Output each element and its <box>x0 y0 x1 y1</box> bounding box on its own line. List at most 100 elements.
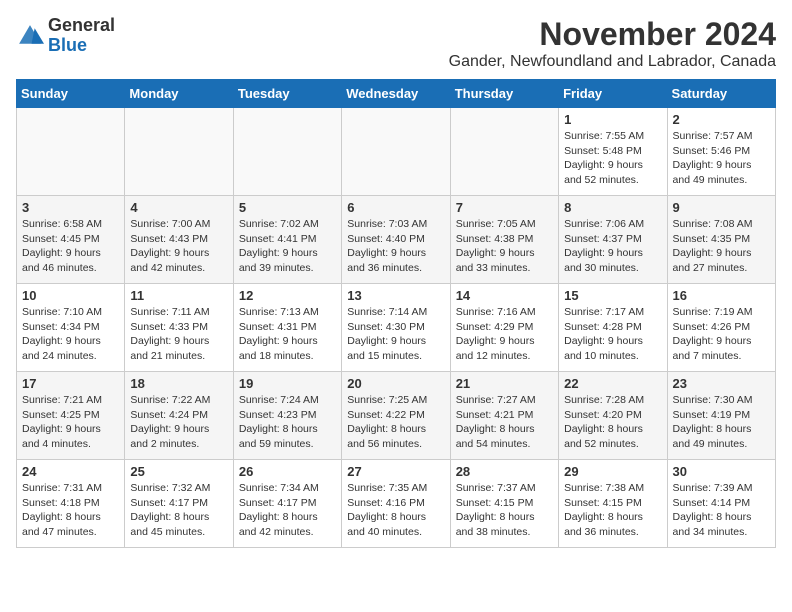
day-number: 28 <box>456 464 553 479</box>
calendar-cell: 6 Sunrise: 7:03 AM Sunset: 4:40 PM Daylig… <box>342 196 450 284</box>
day-number: 9 <box>673 200 770 215</box>
calendar-week-3: 10Sunrise: 7:10 AM Sunset: 4:34 PM Dayli… <box>17 284 776 372</box>
day-number: 1 <box>564 112 661 127</box>
day-number: 15 <box>564 288 661 303</box>
calendar-cell <box>233 108 341 196</box>
weekday-header-wednesday: Wednesday <box>342 80 450 108</box>
weekday-header-sunday: Sunday <box>17 80 125 108</box>
day-info: Sunrise: 7:27 AM Sunset: 4:21 PM Dayligh… <box>456 393 553 452</box>
calendar-cell <box>450 108 558 196</box>
calendar-table: SundayMondayTuesdayWednesdayThursdayFrid… <box>16 79 776 548</box>
month-title: November 2024 <box>449 16 776 53</box>
day-info: Sunrise: 7:28 AM Sunset: 4:20 PM Dayligh… <box>564 393 661 452</box>
calendar-cell: 17 Sunrise: 7:21 AM Sunset: 4:25 PM Dayli… <box>17 372 125 460</box>
calendar-cell: 20 Sunrise: 7:25 AM Sunset: 4:22 PM Dayli… <box>342 372 450 460</box>
day-info: Sunrise: 7:19 AM Sunset: 4:26 PM Dayligh… <box>673 305 770 364</box>
day-info: Sunrise: 7:35 AM Sunset: 4:16 PM Dayligh… <box>347 481 444 540</box>
day-number: 5 <box>239 200 336 215</box>
calendar-cell: 7Sunrise: 7:05 AM Sunset: 4:38 PM Daylig… <box>450 196 558 284</box>
calendar-cell <box>17 108 125 196</box>
day-number: 19 <box>239 376 336 391</box>
calendar-cell: 8Sunrise: 7:06 AM Sunset: 4:37 PM Daylig… <box>559 196 667 284</box>
day-info: Sunrise: 7:39 AM Sunset: 4:14 PM Dayligh… <box>673 481 770 540</box>
day-number: 23 <box>673 376 770 391</box>
weekday-header-tuesday: Tuesday <box>233 80 341 108</box>
calendar-cell: 11Sunrise: 7:11 AM Sunset: 4:33 PM Dayli… <box>125 284 233 372</box>
day-info: Sunrise: 7:14 AM Sunset: 4:30 PM Dayligh… <box>347 305 444 364</box>
page-header: General Blue November 2024 Gander, Newfo… <box>16 16 776 71</box>
calendar-week-2: 3Sunrise: 6:58 AM Sunset: 4:45 PM Daylig… <box>17 196 776 284</box>
day-info: Sunrise: 7:38 AM Sunset: 4:15 PM Dayligh… <box>564 481 661 540</box>
logo: General Blue <box>16 16 115 56</box>
day-number: 2 <box>673 112 770 127</box>
day-info: Sunrise: 7:05 AM Sunset: 4:38 PM Dayligh… <box>456 217 553 276</box>
calendar-cell: 21 Sunrise: 7:27 AM Sunset: 4:21 PM Dayli… <box>450 372 558 460</box>
calendar-cell: 27 Sunrise: 7:35 AM Sunset: 4:16 PM Dayli… <box>342 460 450 548</box>
calendar-cell: 2Sunrise: 7:57 AM Sunset: 5:46 PM Daylig… <box>667 108 775 196</box>
logo-text: General Blue <box>48 16 115 56</box>
calendar-week-1: 1 Sunrise: 7:55 AM Sunset: 5:48 PM Daylig… <box>17 108 776 196</box>
weekday-header-saturday: Saturday <box>667 80 775 108</box>
weekday-header-monday: Monday <box>125 80 233 108</box>
calendar-cell: 4 Sunrise: 7:00 AM Sunset: 4:43 PM Daylig… <box>125 196 233 284</box>
calendar-cell: 3Sunrise: 6:58 AM Sunset: 4:45 PM Daylig… <box>17 196 125 284</box>
day-info: Sunrise: 7:02 AM Sunset: 4:41 PM Dayligh… <box>239 217 336 276</box>
calendar-header: SundayMondayTuesdayWednesdayThursdayFrid… <box>17 80 776 108</box>
day-number: 29 <box>564 464 661 479</box>
day-info: Sunrise: 7:30 AM Sunset: 4:19 PM Dayligh… <box>673 393 770 452</box>
day-number: 16 <box>673 288 770 303</box>
day-info: Sunrise: 7:21 AM Sunset: 4:25 PM Dayligh… <box>22 393 119 452</box>
day-number: 25 <box>130 464 227 479</box>
day-number: 21 <box>456 376 553 391</box>
calendar-cell <box>125 108 233 196</box>
location-title: Gander, Newfoundland and Labrador, Canad… <box>449 53 776 71</box>
day-info: Sunrise: 7:03 AM Sunset: 4:40 PM Dayligh… <box>347 217 444 276</box>
calendar-cell: 1 Sunrise: 7:55 AM Sunset: 5:48 PM Daylig… <box>559 108 667 196</box>
calendar-body: 1 Sunrise: 7:55 AM Sunset: 5:48 PM Daylig… <box>17 108 776 548</box>
day-number: 27 <box>347 464 444 479</box>
day-info: Sunrise: 7:32 AM Sunset: 4:17 PM Dayligh… <box>130 481 227 540</box>
calendar-cell: 22 Sunrise: 7:28 AM Sunset: 4:20 PM Dayli… <box>559 372 667 460</box>
day-info: Sunrise: 7:00 AM Sunset: 4:43 PM Dayligh… <box>130 217 227 276</box>
day-info: Sunrise: 7:55 AM Sunset: 5:48 PM Dayligh… <box>564 129 661 188</box>
calendar-cell: 16 Sunrise: 7:19 AM Sunset: 4:26 PM Dayli… <box>667 284 775 372</box>
calendar-cell: 13 Sunrise: 7:14 AM Sunset: 4:30 PM Dayli… <box>342 284 450 372</box>
day-info: Sunrise: 7:31 AM Sunset: 4:18 PM Dayligh… <box>22 481 119 540</box>
day-info: Sunrise: 7:25 AM Sunset: 4:22 PM Dayligh… <box>347 393 444 452</box>
day-number: 18 <box>130 376 227 391</box>
day-info: Sunrise: 7:13 AM Sunset: 4:31 PM Dayligh… <box>239 305 336 364</box>
day-number: 20 <box>347 376 444 391</box>
day-number: 6 <box>347 200 444 215</box>
day-info: Sunrise: 7:24 AM Sunset: 4:23 PM Dayligh… <box>239 393 336 452</box>
weekday-header-thursday: Thursday <box>450 80 558 108</box>
day-info: Sunrise: 7:22 AM Sunset: 4:24 PM Dayligh… <box>130 393 227 452</box>
calendar-cell: 28 Sunrise: 7:37 AM Sunset: 4:15 PM Dayli… <box>450 460 558 548</box>
calendar-cell: 14Sunrise: 7:16 AM Sunset: 4:29 PM Dayli… <box>450 284 558 372</box>
day-info: Sunrise: 7:06 AM Sunset: 4:37 PM Dayligh… <box>564 217 661 276</box>
calendar-cell: 5 Sunrise: 7:02 AM Sunset: 4:41 PM Daylig… <box>233 196 341 284</box>
day-number: 30 <box>673 464 770 479</box>
day-info: Sunrise: 7:08 AM Sunset: 4:35 PM Dayligh… <box>673 217 770 276</box>
day-number: 4 <box>130 200 227 215</box>
day-info: Sunrise: 7:37 AM Sunset: 4:15 PM Dayligh… <box>456 481 553 540</box>
day-number: 17 <box>22 376 119 391</box>
day-info: Sunrise: 7:16 AM Sunset: 4:29 PM Dayligh… <box>456 305 553 364</box>
calendar-cell: 30 Sunrise: 7:39 AM Sunset: 4:14 PM Dayli… <box>667 460 775 548</box>
calendar-cell: 10Sunrise: 7:10 AM Sunset: 4:34 PM Dayli… <box>17 284 125 372</box>
day-number: 12 <box>239 288 336 303</box>
day-number: 10 <box>22 288 119 303</box>
title-block: November 2024 Gander, Newfoundland and L… <box>449 16 776 71</box>
calendar-cell: 23 Sunrise: 7:30 AM Sunset: 4:19 PM Dayli… <box>667 372 775 460</box>
day-number: 22 <box>564 376 661 391</box>
day-number: 3 <box>22 200 119 215</box>
calendar-week-5: 24 Sunrise: 7:31 AM Sunset: 4:18 PM Dayli… <box>17 460 776 548</box>
calendar-cell: 19 Sunrise: 7:24 AM Sunset: 4:23 PM Dayli… <box>233 372 341 460</box>
logo-icon <box>16 22 44 50</box>
day-number: 24 <box>22 464 119 479</box>
calendar-cell: 24 Sunrise: 7:31 AM Sunset: 4:18 PM Dayli… <box>17 460 125 548</box>
calendar-cell: 25 Sunrise: 7:32 AM Sunset: 4:17 PM Dayli… <box>125 460 233 548</box>
day-number: 26 <box>239 464 336 479</box>
calendar-cell: 15 Sunrise: 7:17 AM Sunset: 4:28 PM Dayli… <box>559 284 667 372</box>
day-number: 13 <box>347 288 444 303</box>
day-info: Sunrise: 7:17 AM Sunset: 4:28 PM Dayligh… <box>564 305 661 364</box>
